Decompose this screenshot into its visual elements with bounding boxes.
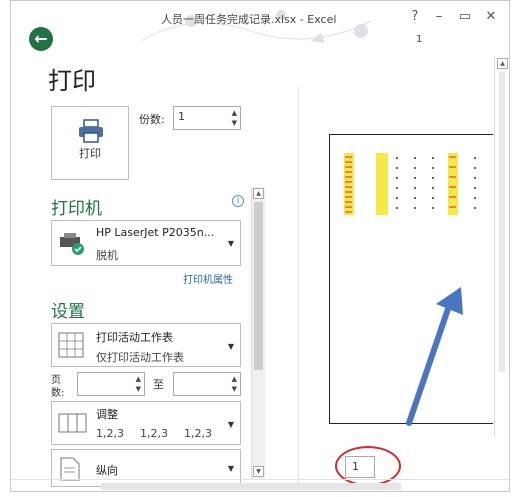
preview-scrollbar[interactable]: ▲ — [494, 56, 509, 436]
scrollbar-thumb[interactable] — [499, 72, 505, 372]
excel-window: 人员一周任务完成记录.xlsx - Excel ? – ▭ ✕ 1 ← 打印 打… — [10, 0, 510, 492]
annotation-circle — [335, 446, 401, 486]
annotation-arrow — [406, 287, 463, 426]
scroll-up-icon[interactable]: ▲ — [497, 58, 508, 69]
bottom-divider — [11, 479, 509, 480]
horizontal-scrollbar-thumb[interactable] — [101, 483, 401, 490]
